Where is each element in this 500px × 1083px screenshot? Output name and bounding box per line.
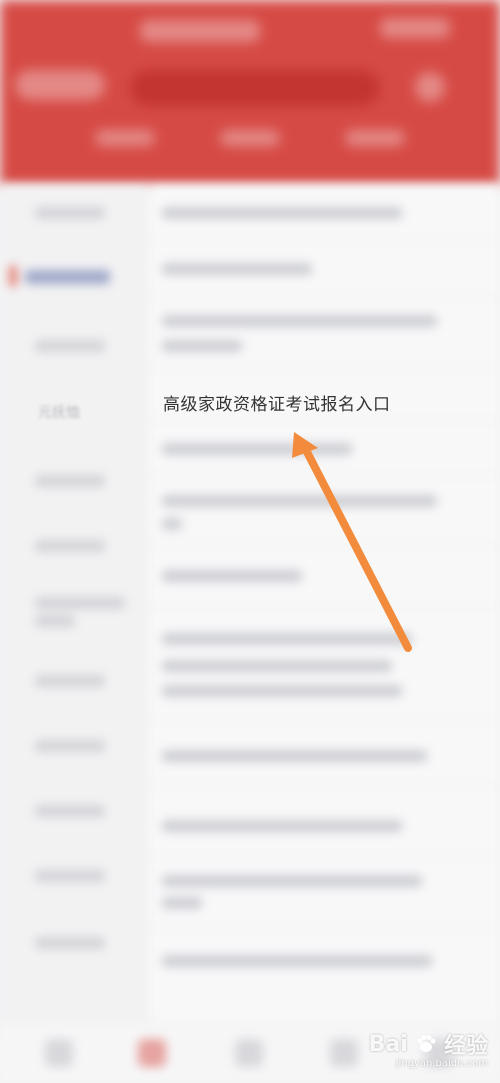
tab-category-icon[interactable] <box>138 1039 166 1067</box>
tab-cart-icon[interactable] <box>330 1039 358 1067</box>
sidebar-item[interactable] <box>35 740 105 752</box>
highlighted-list-item[interactable]: 高级家政资格证考试报名入口 <box>163 390 391 415</box>
list-item[interactable] <box>162 518 182 530</box>
divider <box>150 475 500 476</box>
list-item[interactable] <box>162 315 437 327</box>
baidu-watermark: Bai 经验 jingyan.baidu.com <box>368 1028 488 1070</box>
sidebar-item-label[interactable]: 元抚恤 <box>38 402 80 422</box>
category-sidebar <box>0 185 150 1025</box>
header-tab-3[interactable] <box>345 130 405 146</box>
list-item[interactable] <box>162 207 402 219</box>
divider <box>150 605 500 606</box>
divider <box>150 720 500 721</box>
divider <box>150 297 500 298</box>
divider <box>150 855 500 856</box>
header-title-placeholder <box>140 20 260 42</box>
content-list <box>150 185 500 1025</box>
list-item[interactable] <box>162 685 402 697</box>
sidebar-item[interactable] <box>35 340 105 352</box>
divider <box>150 927 500 928</box>
divider <box>150 240 500 241</box>
divider <box>150 785 500 786</box>
list-item[interactable] <box>162 633 412 645</box>
list-item[interactable] <box>162 443 352 455</box>
sidebar-item[interactable] <box>35 615 75 627</box>
search-bar[interactable] <box>130 70 380 106</box>
sidebar-item[interactable] <box>35 475 105 487</box>
location-selector[interactable] <box>15 70 105 100</box>
list-item[interactable] <box>162 263 312 275</box>
tab-home-icon[interactable] <box>45 1039 73 1067</box>
sidebar-item[interactable] <box>35 597 125 609</box>
header-action-icon[interactable] <box>415 72 445 102</box>
header-tab-2[interactable] <box>220 130 280 146</box>
sidebar-item[interactable] <box>35 870 105 882</box>
list-item[interactable] <box>162 875 422 887</box>
tab-discover-icon[interactable] <box>235 1039 263 1067</box>
list-item[interactable] <box>162 820 402 832</box>
watermark-brand-suffix: 经验 <box>443 1034 488 1059</box>
divider <box>150 367 500 368</box>
header-tab-1[interactable] <box>95 130 155 146</box>
list-item[interactable] <box>162 660 392 672</box>
list-item[interactable] <box>162 495 437 507</box>
watermark-url: jingyan.baidu.com <box>395 1058 488 1069</box>
sidebar-item[interactable] <box>35 675 105 687</box>
sidebar-item-active[interactable] <box>25 270 110 284</box>
list-item[interactable] <box>162 340 242 352</box>
paw-icon <box>417 1035 436 1052</box>
sidebar-item[interactable] <box>35 207 105 219</box>
sidebar-item[interactable] <box>35 540 105 552</box>
list-item[interactable] <box>162 897 202 909</box>
header-top-right-placeholder[interactable] <box>380 18 450 38</box>
app-header <box>0 0 500 185</box>
divider <box>150 545 500 546</box>
list-item[interactable] <box>162 570 302 582</box>
watermark-brand: Bai <box>368 1031 408 1057</box>
divider <box>150 420 500 421</box>
sidebar-item[interactable] <box>35 937 105 949</box>
sidebar-active-indicator <box>10 265 16 287</box>
list-item[interactable] <box>162 955 432 967</box>
list-item[interactable] <box>162 750 427 762</box>
sidebar-item[interactable] <box>35 805 105 817</box>
